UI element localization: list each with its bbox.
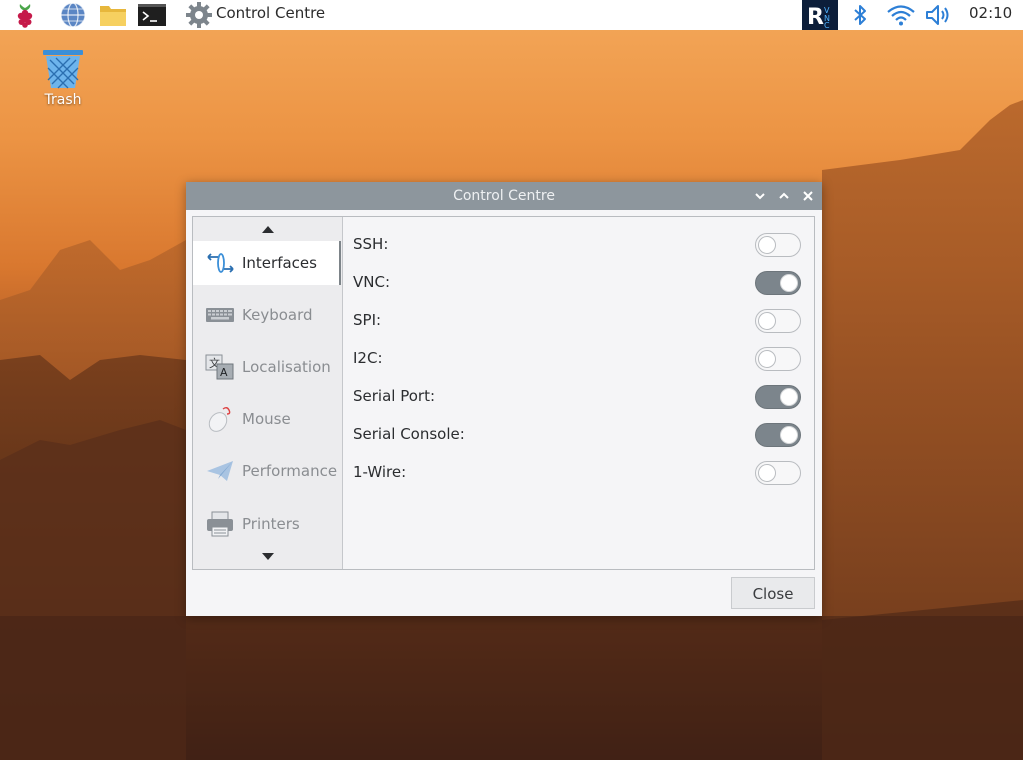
active-window-title[interactable]: Control Centre [216, 0, 325, 26]
printer-icon [207, 511, 233, 537]
control-centre-gear-icon[interactable] [184, 0, 214, 30]
vnc-toggle[interactable] [755, 271, 801, 295]
trash-label: Trash [44, 92, 82, 108]
toggle-knob [758, 312, 776, 330]
arrow-up-icon [262, 226, 274, 233]
sidebar-item-keyboard[interactable]: Keyboard [193, 293, 341, 337]
sidebar: Interfaces Keyboard 文 A Localisation Mou… [193, 217, 343, 569]
sidebar-item-label: Printers [242, 515, 300, 533]
setting-row-i2c: I2C: [343, 339, 814, 377]
setting-row-serial-port: Serial Port: [343, 377, 814, 415]
interfaces-icon [207, 253, 234, 273]
sidebar-item-label: Performance [242, 462, 338, 480]
clock[interactable]: 02:10 [969, 0, 1012, 26]
close-button[interactable]: Close [731, 577, 815, 609]
trash-desktop-icon[interactable]: Trash [34, 46, 92, 116]
sidebar-item-performance[interactable]: Performance [193, 449, 341, 493]
toggle-knob [780, 274, 798, 292]
sidebar-item-interfaces[interactable]: Interfaces [193, 241, 341, 285]
setting-label: SPI: [353, 311, 382, 329]
toggle-knob [758, 350, 776, 368]
toggle-knob [780, 388, 798, 406]
serial-port-toggle[interactable] [755, 385, 801, 409]
chevron-down-icon [755, 193, 765, 200]
sidebar-scroll-down-button[interactable] [193, 547, 342, 567]
setting-row-spi: SPI: [343, 301, 814, 339]
sidebar-item-printers[interactable]: Printers [193, 502, 341, 546]
spi-toggle[interactable] [755, 309, 801, 333]
setting-label: I2C: [353, 349, 383, 367]
volume-icon[interactable] [922, 0, 956, 30]
localisation-icon: 文 A [205, 354, 234, 380]
close-window-button[interactable] [798, 186, 818, 206]
setting-row-vnc: VNC: [343, 263, 814, 301]
setting-label: SSH: [353, 235, 389, 253]
setting-label: Serial Port: [353, 387, 436, 405]
toggle-knob [758, 236, 776, 254]
setting-label: 1-Wire: [353, 463, 407, 481]
mouse-icon [208, 407, 231, 432]
maximize-button[interactable] [774, 186, 794, 206]
window-title: Control Centre [453, 188, 555, 204]
wifi-icon[interactable] [884, 0, 918, 30]
toggle-knob [758, 464, 776, 482]
setting-row-serial-console: Serial Console: [343, 415, 814, 453]
sidebar-item-label: Mouse [242, 410, 291, 428]
interfaces-settings: SSH: VNC: SPI: I2C: Serial Port: Serial … [343, 217, 814, 569]
i2c-toggle[interactable] [755, 347, 801, 371]
chevron-up-icon [779, 192, 789, 199]
arrow-down-icon [262, 553, 274, 560]
sidebar-scroll-up-button[interactable] [193, 219, 342, 239]
minimize-button[interactable] [750, 186, 770, 206]
sidebar-item-label: Interfaces [242, 254, 317, 272]
terminal-icon[interactable] [136, 0, 168, 30]
control-centre-window: Control Centre Interfaces Keyboard 文 A L… [186, 182, 822, 616]
vnc-icon[interactable]: R V N C [802, 0, 838, 30]
one-wire-toggle[interactable] [755, 461, 801, 485]
trash-icon [43, 50, 83, 89]
keyboard-icon [206, 308, 234, 322]
ssh-toggle[interactable] [755, 233, 801, 257]
taskbar: Control Centre R V N C 02:10 [0, 0, 1023, 30]
file-manager-icon[interactable] [96, 0, 130, 30]
content-frame: Interfaces Keyboard 文 A Localisation Mou… [192, 216, 815, 570]
performance-icon [207, 461, 233, 481]
serial-console-toggle[interactable] [755, 423, 801, 447]
web-browser-icon[interactable] [56, 0, 90, 30]
window-titlebar[interactable]: Control Centre [186, 182, 822, 210]
setting-label: VNC: [353, 273, 391, 291]
setting-row-1-wire: 1-Wire: [343, 453, 814, 491]
raspberry-menu-icon[interactable] [8, 0, 42, 30]
sidebar-item-label: Localisation [242, 358, 331, 376]
setting-row-ssh: SSH: [343, 225, 814, 263]
sidebar-item-mouse[interactable]: Mouse [193, 397, 341, 441]
sidebar-item-localisation[interactable]: 文 A Localisation [193, 345, 341, 389]
toggle-knob [780, 426, 798, 444]
svg-text:A: A [220, 366, 228, 379]
svg-text:R: R [807, 5, 824, 30]
svg-text:C: C [824, 21, 830, 30]
close-icon [803, 191, 813, 201]
bluetooth-icon[interactable] [848, 0, 872, 30]
sidebar-item-label: Keyboard [242, 306, 313, 324]
setting-label: Serial Console: [353, 425, 465, 443]
